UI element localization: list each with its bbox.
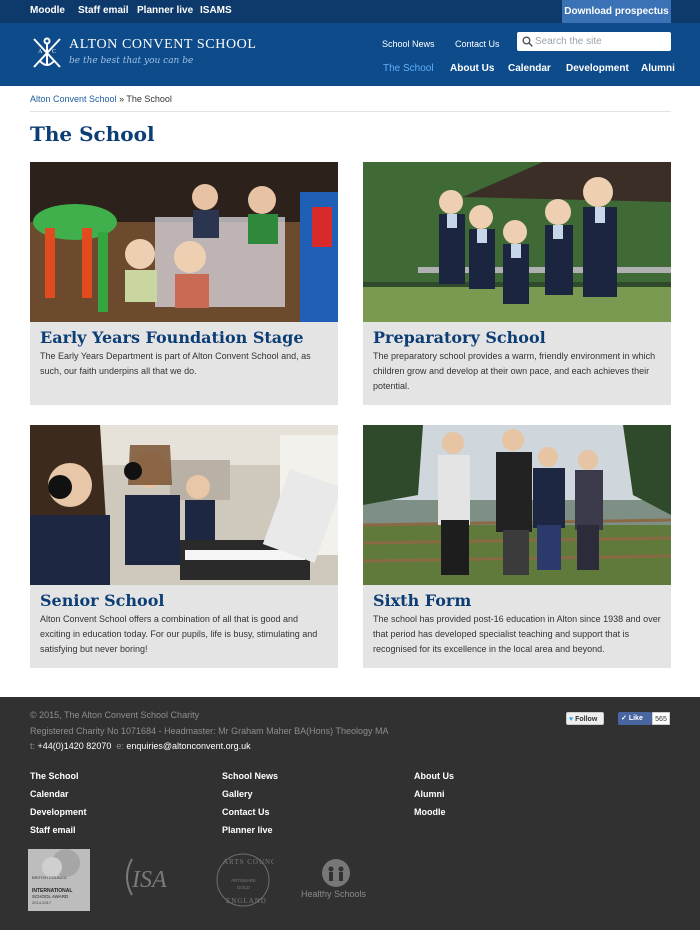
tel-label: t:	[30, 741, 38, 751]
healthy-schools-logo[interactable]: Healthy Schools	[298, 857, 374, 901]
card-description: The school has provided post-16 educatio…	[373, 614, 661, 654]
footer-link-staff-email[interactable]: Staff email	[30, 825, 76, 835]
facebook-like-label: Like	[628, 715, 643, 722]
twitter-follow-label: Follow	[575, 716, 598, 723]
card-title[interactable]: Sixth Form	[373, 591, 471, 610]
svg-text:ISA: ISA	[131, 867, 167, 893]
nav-item-development[interactable]: Development	[566, 63, 629, 74]
svg-text:SCHOOL AWARD: SCHOOL AWARD	[32, 894, 69, 899]
footer-link-planner-live[interactable]: Planner live	[222, 825, 273, 835]
download-prospectus-button[interactable]: Download prospectus	[562, 0, 671, 23]
card-description: The Early Years Department is part of Al…	[40, 351, 311, 376]
email-link[interactable]: enquiries@altonconvent.org.uk	[126, 741, 250, 751]
card-early-years[interactable]: Early Years Foundation Stage The Early Y…	[30, 162, 338, 405]
telephone-link[interactable]: +44(0)1420 82070	[38, 741, 112, 751]
email-label: e:	[116, 741, 127, 751]
preparatory-school-photo[interactable]	[363, 162, 671, 322]
svg-text:A: A	[38, 49, 43, 55]
twitter-follow-button[interactable]: ♥ Follow	[566, 712, 604, 725]
breadcrumb: Alton Convent School » The School	[30, 94, 172, 104]
charity-info: Registered Charity No 1071684 - Headmast…	[30, 726, 389, 736]
school-name-logo[interactable]: ALTON CONVENT SCHOOL	[69, 37, 257, 53]
card-preparatory-school[interactable]: Preparatory School The preparatory schoo…	[363, 162, 671, 405]
footer-link-alumni[interactable]: Alumni	[414, 789, 445, 799]
card-description: Alton Convent School offers a combinatio…	[40, 614, 318, 654]
card-title[interactable]: Preparatory School	[373, 328, 546, 347]
school-tagline: be the best that you can be	[69, 56, 194, 66]
contact-details: t: +44(0)1420 82070 e: enquiries@altonco…	[30, 741, 251, 751]
card-description: The preparatory school provides a warm, …	[373, 351, 656, 391]
footer-link-the-school[interactable]: The School	[30, 771, 79, 781]
facebook-like-button[interactable]: ✓ Like	[618, 712, 652, 725]
nav-item-about-us[interactable]: About Us	[450, 63, 494, 74]
topbar-link-moodle[interactable]: Moodle	[30, 5, 65, 16]
page-title: The School	[30, 122, 155, 146]
footer-link-development[interactable]: Development	[30, 807, 87, 817]
svg-text:C: C	[52, 49, 56, 55]
search-input[interactable]	[535, 34, 667, 49]
svg-text:GOLD: GOLD	[237, 885, 251, 890]
senior-school-photo[interactable]	[30, 425, 338, 585]
breadcrumb-current: The School	[126, 94, 172, 104]
thumbs-up-icon: ✓	[621, 715, 627, 722]
school-crest-icon[interactable]: A C	[30, 35, 64, 71]
card-title[interactable]: Early Years Foundation Stage	[40, 328, 304, 347]
nav-item-alumni[interactable]: Alumni	[641, 63, 675, 74]
site-footer: © 2015, The Alton Convent School Charity…	[0, 697, 700, 930]
isa-logo[interactable]: ISA	[118, 855, 184, 899]
twitter-icon: ♥	[569, 716, 574, 723]
card-senior-school[interactable]: Senior School Alton Convent School offer…	[30, 425, 338, 668]
card-title[interactable]: Senior School	[40, 591, 164, 610]
facebook-like-count: 565	[652, 712, 670, 725]
topbar-link-planner-live[interactable]: Planner live	[137, 5, 193, 16]
breadcrumb-separator: »	[116, 94, 127, 104]
footer-link-calendar[interactable]: Calendar	[30, 789, 69, 799]
card-sixth-form[interactable]: Sixth Form The school has provided post-…	[363, 425, 671, 668]
nav-item-calendar[interactable]: Calendar	[508, 63, 551, 74]
utility-bar: Moodle Staff email Planner live ISAMS Do…	[0, 0, 700, 23]
early-years-photo[interactable]	[30, 162, 338, 322]
sixth-form-photo[interactable]	[363, 425, 671, 585]
site-header: A C ALTON CONVENT SCHOOL be the best tha…	[0, 23, 700, 86]
site-search	[517, 32, 671, 51]
svg-text:2014-2017: 2014-2017	[32, 900, 52, 905]
svg-text:BRITISH COUNCIL: BRITISH COUNCIL	[32, 875, 68, 880]
topbar-link-isams[interactable]: ISAMS	[200, 5, 232, 16]
breadcrumb-divider	[30, 111, 671, 112]
footer-link-contact-us[interactable]: Contact Us	[222, 807, 270, 817]
topbar-link-staff-email[interactable]: Staff email	[78, 5, 129, 16]
svg-text:ARTSMARK: ARTSMARK	[231, 878, 256, 883]
copyright: © 2015, The Alton Convent School Charity	[30, 710, 200, 720]
svg-text:Healthy Schools: Healthy Schools	[301, 889, 367, 899]
header-link-contact-us[interactable]: Contact Us	[455, 39, 500, 49]
footer-link-about-us[interactable]: About Us	[414, 771, 454, 781]
footer-link-gallery[interactable]: Gallery	[222, 789, 253, 799]
footer-link-moodle[interactable]: Moodle	[414, 807, 446, 817]
breadcrumb-home-link[interactable]: Alton Convent School	[30, 94, 117, 104]
svg-text:ENGLAND: ENGLAND	[226, 897, 267, 905]
search-icon[interactable]	[522, 36, 533, 47]
svg-text:ARTS COUNCIL: ARTS COUNCIL	[223, 858, 274, 866]
footer-link-school-news[interactable]: School News	[222, 771, 278, 781]
nav-item-the-school[interactable]: The School	[383, 63, 434, 74]
header-link-school-news[interactable]: School News	[382, 39, 435, 49]
arts-council-artsmark-logo[interactable]: ARTS COUNCIL ARTSMARK GOLD ENGLAND	[212, 849, 274, 911]
international-school-award-logo[interactable]: BRITISH COUNCIL INTERNATIONAL SCHOOL AWA…	[28, 849, 90, 911]
